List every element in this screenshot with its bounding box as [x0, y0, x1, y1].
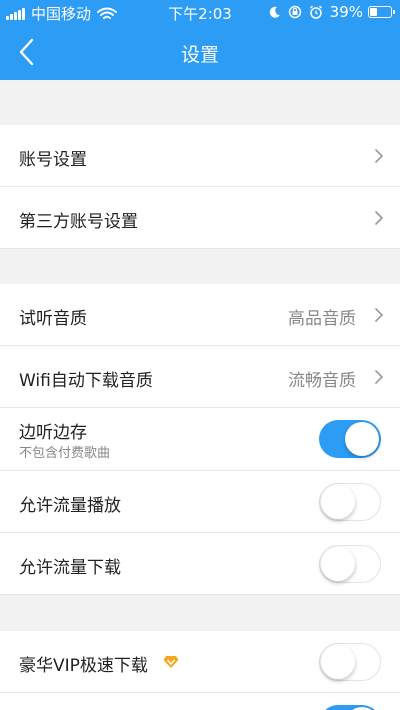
nav-bar: 设置 — [0, 24, 400, 80]
setting-allow-data-playback: 允许流量播放 — [0, 471, 400, 533]
chevron-right-icon — [375, 308, 384, 322]
chevron-right-icon — [375, 370, 384, 384]
toggle-knob — [345, 422, 379, 456]
allow-data-download-toggle[interactable] — [319, 545, 381, 583]
setting-wifi-download-quality-label: Wifi自动下载音质 — [19, 371, 153, 391]
partial-toggle[interactable] — [319, 705, 381, 710]
status-bar: 中国移动 下午2:03 39% — [0, 0, 400, 24]
setting-allow-data-download: 允许流量下载 — [0, 533, 400, 595]
page-title: 设置 — [180, 44, 219, 66]
toggle-knob — [321, 645, 355, 679]
vip-fast-download-toggle[interactable] — [319, 643, 381, 681]
setting-third-party-account-label: 第三方账号设置 — [19, 212, 138, 232]
battery-percent: 39% — [329, 3, 363, 21]
moon-icon — [269, 6, 280, 18]
setting-preview-quality[interactable]: 试听音质 高品音质 — [0, 284, 400, 346]
setting-listen-and-save-label: 边听边存 — [19, 423, 87, 443]
rotation-lock-icon — [288, 5, 301, 19]
setting-wifi-download-quality-value: 流畅音质 — [288, 371, 356, 391]
setting-third-party-account[interactable]: 第三方账号设置 — [0, 187, 400, 249]
toggle-knob — [321, 547, 355, 581]
setting-allow-data-playback-label: 允许流量播放 — [19, 496, 121, 516]
chevron-right-icon — [375, 211, 384, 225]
allow-data-playback-toggle[interactable] — [319, 483, 381, 521]
vip-diamond-icon — [163, 656, 179, 668]
setting-preview-quality-value: 高品音质 — [288, 309, 356, 329]
setting-next-partial — [0, 693, 400, 710]
toggle-knob — [321, 485, 355, 519]
setting-account-label: 账号设置 — [19, 150, 87, 170]
chevron-right-icon — [375, 149, 384, 163]
setting-vip-fast-download-label: 豪华VIP极速下载 — [19, 656, 148, 676]
setting-allow-data-download-label: 允许流量下载 — [19, 558, 121, 578]
setting-listen-and-save: 边听边存 不包含付费歌曲 — [0, 408, 400, 471]
setting-preview-quality-label: 试听音质 — [19, 309, 87, 329]
listen-and-save-toggle[interactable] — [319, 420, 381, 458]
alarm-icon — [309, 5, 322, 19]
status-right: 39% — [269, 3, 395, 21]
setting-wifi-download-quality[interactable]: Wifi自动下载音质 流畅音质 — [0, 346, 400, 408]
setting-account[interactable]: 账号设置 — [0, 125, 400, 187]
battery-fill — [370, 8, 378, 16]
setting-listen-and-save-subtitle: 不包含付费歌曲 — [19, 446, 111, 461]
setting-vip-fast-download: 豪华VIP极速下载 — [0, 631, 400, 693]
battery-icon — [368, 6, 395, 18]
